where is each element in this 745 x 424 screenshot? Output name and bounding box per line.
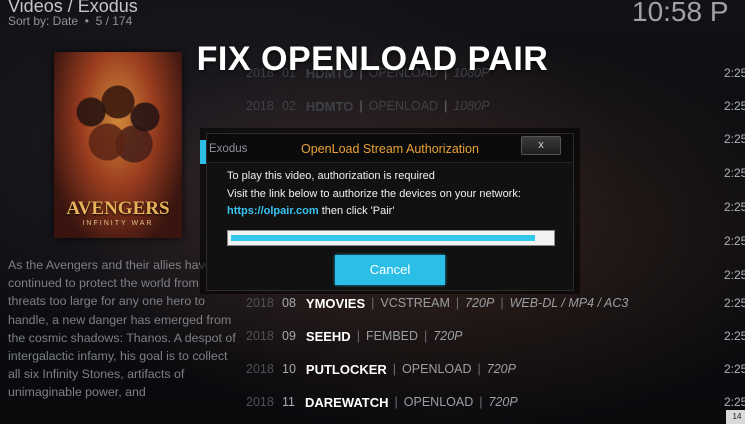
source-host: PUTLOCKER [305,361,387,377]
source-row[interactable]: 2018 10 PUTLOCKER | OPENLOAD | 720P [246,358,516,380]
separator: | [392,362,397,376]
source-quality: 720P [465,296,495,310]
source-host: YMOVIES [305,295,366,311]
separator: | [500,296,504,310]
source-quality: 720P [488,395,518,409]
source-row[interactable]: 2018 09 SEEHD | FEMBED | 720P [246,325,463,347]
sort-label: Sort by: Date [8,14,79,28]
close-button[interactable]: x [521,136,561,155]
cancel-button[interactable]: Cancel [335,255,445,285]
separator: | [444,99,448,113]
source-year: 2018 [246,362,274,376]
source-duration: 2:25 [724,296,745,310]
source-year: 2018 [246,395,274,409]
banner-title: FIX OPENLOAD PAIR [196,40,549,78]
source-duration: 2:25 [724,329,745,343]
source-year: 2018 [246,329,274,343]
source-quality: 720P [486,362,516,376]
poster-title: AVENGERS [66,198,170,219]
close-icon: x [538,139,544,151]
source-year: 2018 [246,296,274,310]
dialog-message-line-2: Visit the link below to authorize the de… [227,188,521,200]
sort-info: Sort by: Date • 5 / 174 [8,14,132,28]
progress-bar [227,230,555,246]
source-duration: 2:25 [724,234,745,248]
poster-subtitle: INFINITY WAR [82,220,154,227]
source-year: 2018 [246,99,274,113]
source-quality: 720P [433,329,463,343]
separator: | [455,296,460,310]
separator: | [479,395,483,409]
source-duration: 2:25 [724,268,745,282]
source-duration: 2:25 [724,166,745,180]
source-host: HDMTO [305,98,354,114]
separator: | [394,395,398,409]
pair-link[interactable]: https://olpair.com [227,205,319,217]
source-host: SEEHD [305,328,351,344]
source-provider: OPENLOAD [402,362,472,376]
source-provider: OPENLOAD [403,395,474,409]
source-duration: 2:25 [724,362,745,376]
separator: | [356,329,360,343]
separator: | [424,329,428,343]
source-provider: FEMBED [365,329,419,343]
source-provider: OPENLOAD [368,99,439,113]
pair-instruction: then click 'Pair' [318,205,395,217]
item-position: 5 / 174 [95,14,133,28]
movie-poster: AVENGERS INFINITY WAR [54,52,182,238]
separator: | [477,362,481,376]
source-row[interactable]: 2018 08 YMOVIES | VCSTREAM | 720P | WEB-DL / MP4… [246,292,628,314]
side-badge: 14 [726,410,745,424]
source-number: 08 [282,296,296,310]
clock: 10:58 P [632,0,729,27]
separator: | [371,296,375,310]
dialog-title: OpenLoad Stream Authorization [301,142,479,156]
source-duration: 2:25 [724,395,745,409]
source-row[interactable]: 2018 02 HDMTO | OPENLOAD | 1080P [246,95,489,117]
authorization-dialog: Exodus OpenLoad Stream Authorization x T… [206,133,574,291]
source-details: WEB-DL / MP4 / AC3 [509,296,629,310]
source-row[interactable]: 2018 11 DAREWATCH | OPENLOAD | 720P [246,391,518,413]
source-number: 09 [282,329,296,343]
source-provider: VCSTREAM [380,296,450,310]
dialog-title-bar: Exodus OpenLoad Stream Authorization x [207,134,573,163]
source-duration: 2:25 [724,99,745,113]
source-number: 10 [282,362,296,376]
separator: | [359,99,363,113]
source-duration: 2:25 [724,132,745,146]
dialog-message-line-3: https://olpair.com then click 'Pair' [227,205,394,217]
poster-artwork [64,72,172,172]
source-quality: 1080P [453,99,490,113]
source-duration: 2:25 [724,200,745,214]
source-host: DAREWATCH [304,394,389,410]
dialog-message-line-1: To play this video, authorization is req… [227,170,435,182]
source-number: 11 [282,395,295,409]
sort-separator: • [81,14,96,28]
source-number: 02 [282,99,296,113]
progress-fill [231,235,535,241]
